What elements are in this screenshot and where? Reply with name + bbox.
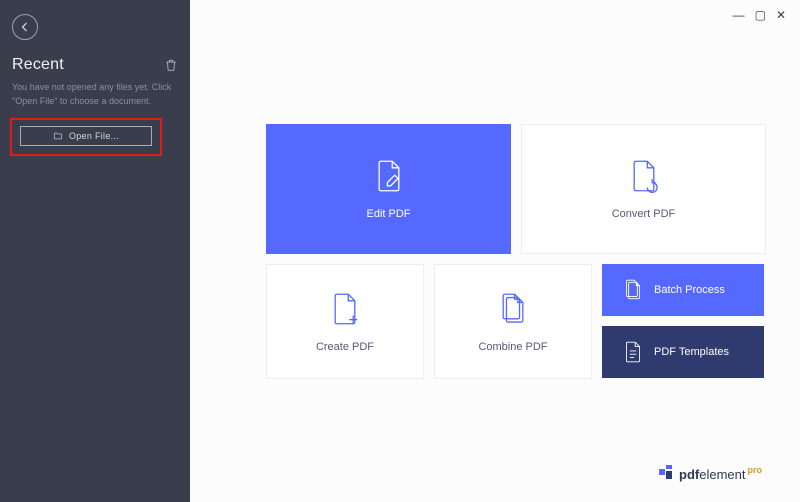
file-batch-icon bbox=[622, 278, 644, 302]
tile-combine-pdf[interactable]: Combine PDF bbox=[434, 264, 592, 379]
chevron-left-icon bbox=[19, 21, 31, 33]
tile-label: Convert PDF bbox=[612, 208, 676, 220]
brand-suffix: pro bbox=[748, 465, 763, 475]
open-file-highlight: Open File... bbox=[10, 118, 162, 156]
trash-icon[interactable] bbox=[164, 57, 178, 73]
file-templates-icon bbox=[622, 340, 644, 364]
file-convert-icon bbox=[627, 158, 661, 194]
open-file-button[interactable]: Open File... bbox=[20, 126, 152, 146]
tile-pdf-templates[interactable]: PDF Templates bbox=[602, 326, 764, 378]
tile-label: PDF Templates bbox=[654, 346, 729, 358]
brand-mark-icon bbox=[659, 465, 673, 479]
tile-create-pdf[interactable]: Create PDF bbox=[266, 264, 424, 379]
main-area: — ▢ ✕ Edit PDF Convert PDF bbox=[190, 0, 800, 502]
window-close[interactable]: ✕ bbox=[776, 8, 786, 22]
recent-hint: You have not opened any files yet. Click… bbox=[12, 80, 178, 108]
tile-label: Combine PDF bbox=[478, 341, 547, 353]
tile-batch-process[interactable]: Batch Process bbox=[602, 264, 764, 316]
tile-convert-pdf[interactable]: Convert PDF bbox=[521, 124, 766, 254]
brand-text-2: element bbox=[699, 467, 745, 482]
file-edit-icon bbox=[372, 158, 406, 194]
file-combine-icon bbox=[496, 291, 530, 327]
folder-icon bbox=[53, 131, 63, 141]
file-create-icon bbox=[328, 291, 362, 327]
sidebar: Recent You have not opened any files yet… bbox=[0, 0, 190, 502]
brand-logo: pdfelementpro bbox=[190, 465, 800, 502]
tile-edit-pdf[interactable]: Edit PDF bbox=[266, 124, 511, 254]
recent-title: Recent bbox=[12, 56, 64, 74]
tile-label: Batch Process bbox=[654, 284, 725, 296]
window-maximize[interactable]: ▢ bbox=[755, 8, 766, 22]
back-button[interactable] bbox=[12, 14, 38, 40]
tile-label: Create PDF bbox=[316, 341, 374, 353]
tile-label: Edit PDF bbox=[366, 208, 410, 220]
window-controls: — ▢ ✕ bbox=[733, 8, 786, 22]
brand-text-1: pdf bbox=[679, 467, 699, 482]
window-minimize[interactable]: — bbox=[733, 8, 745, 22]
tile-grid: Edit PDF Convert PDF Create PDF bbox=[266, 124, 766, 379]
open-file-label: Open File... bbox=[69, 131, 119, 141]
